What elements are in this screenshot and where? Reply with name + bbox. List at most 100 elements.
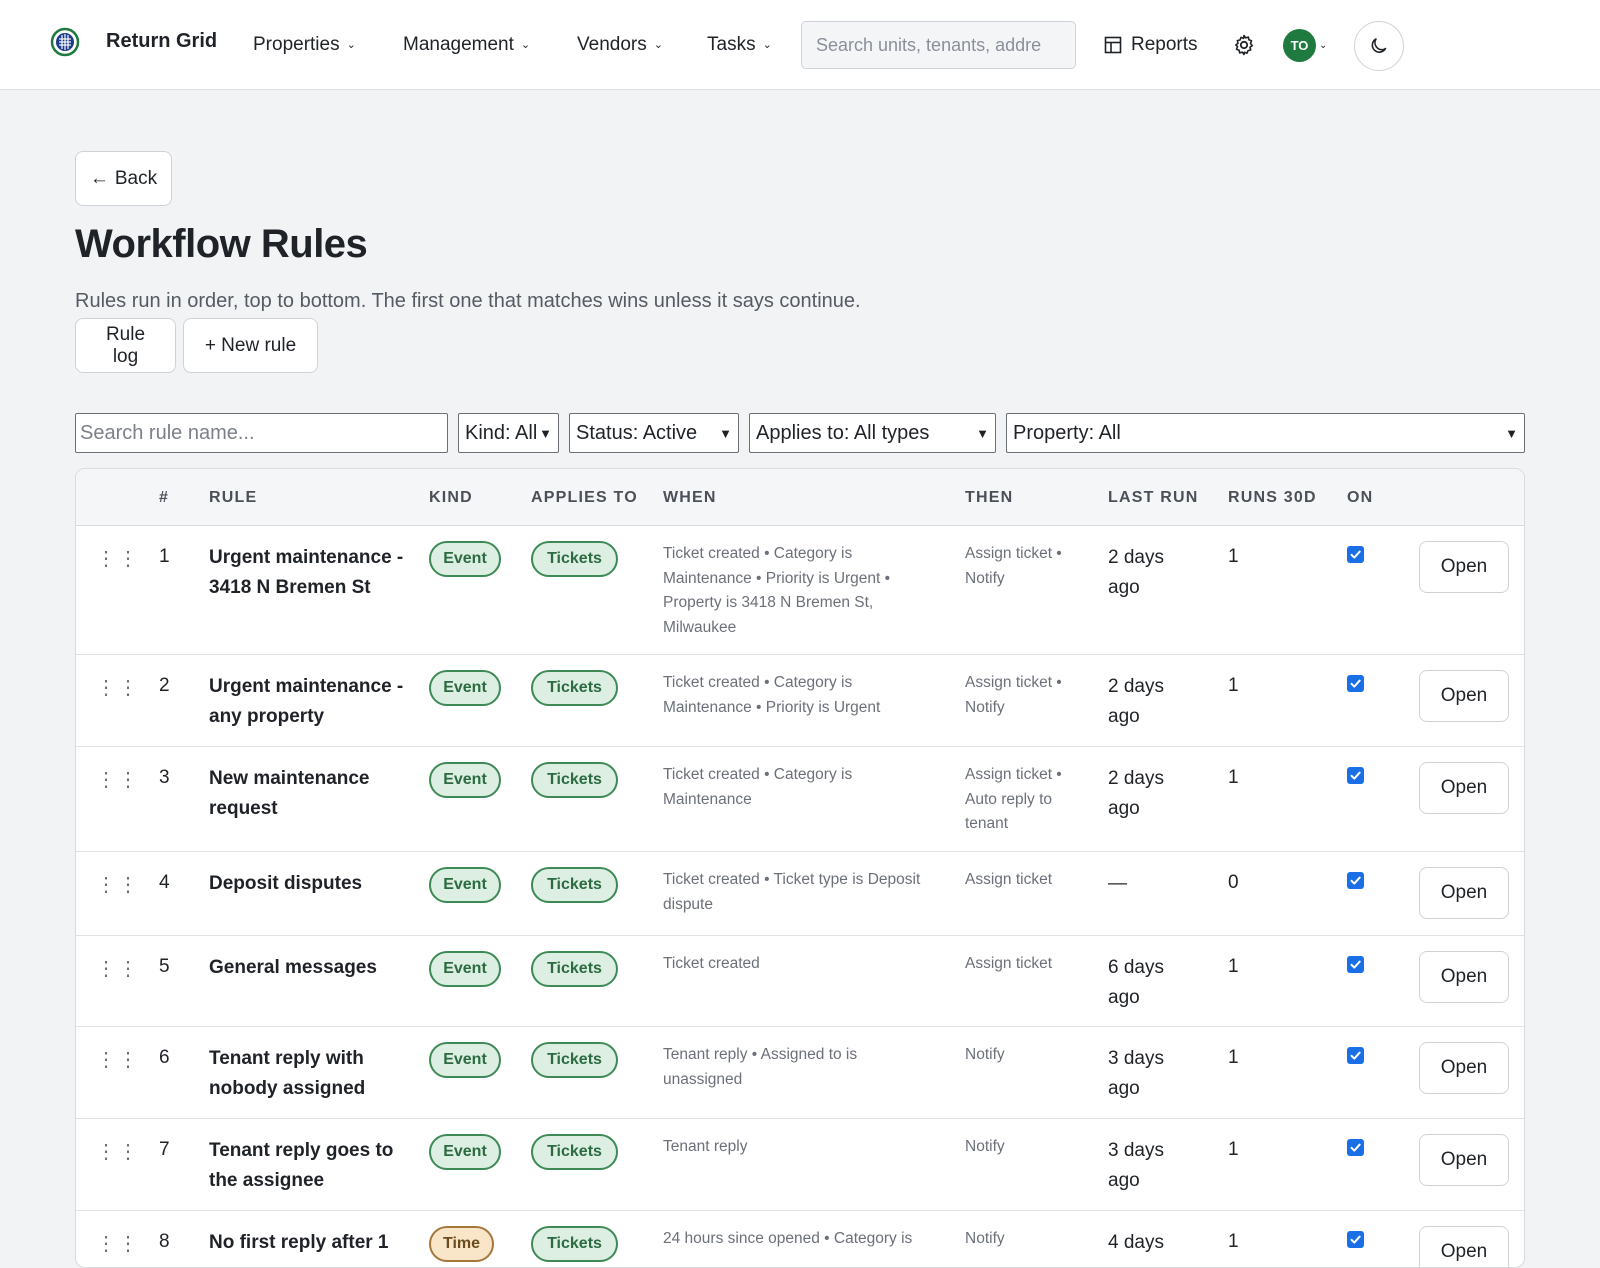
drag-handle-icon[interactable]: ⋮⋮ [96,1231,140,1256]
checkbox-checked-icon [1350,550,1361,559]
rule-runs-30d: 1 [1228,546,1239,567]
rule-when: Ticket created • Ticket type is Deposit … [663,871,921,913]
col-when: WHEN [663,489,717,506]
rule-then: Assign ticket • Notify [965,545,1062,587]
logo-icon[interactable] [50,27,80,57]
rule-enabled-checkbox[interactable] [1347,767,1364,784]
chevron-down-icon: ▼ [1505,425,1518,441]
applies-to-badge: Tickets [531,951,618,987]
rule-then: Assign ticket [965,871,1053,888]
rule-enabled-checkbox[interactable] [1347,872,1364,889]
kind-badge: Time [429,1226,494,1262]
brand-name[interactable]: Return Grid [106,30,217,53]
chevron-down-icon: ⌄ [653,38,663,51]
top-navigation: Return Grid Properties ⌄ Management ⌄ Ve… [0,0,1600,90]
kind-badge: Event [429,670,501,706]
nav-vendors[interactable]: Vendors ⌄ [577,34,663,56]
open-rule-button[interactable]: Open [1419,762,1509,814]
rule-enabled-checkbox[interactable] [1347,1231,1364,1248]
rule-when: Ticket created • Category is Maintenance [663,766,853,808]
table-row[interactable]: ⋮⋮ 7 Tenant reply goes to the assignee Even… [76,1119,1524,1211]
table-row[interactable]: ⋮⋮ 1 Urgent maintenance - 3418 N Bremen St… [76,526,1524,655]
table-row[interactable]: ⋮⋮ 8 No first reply after 1 Time Tickets 24 h… [76,1211,1524,1267]
nav-management[interactable]: Management ⌄ [403,34,530,56]
reports-link[interactable]: Reports [1104,34,1198,56]
open-rule-button[interactable]: Open [1419,867,1509,919]
open-rule-button[interactable]: Open [1419,1134,1509,1186]
rule-name[interactable]: General messages [209,953,404,983]
drag-handle-icon[interactable]: ⋮⋮ [96,767,140,792]
chevron-down-icon: ⌄ [346,38,356,51]
applies-to-badge: Tickets [531,670,618,706]
open-rule-button[interactable]: Open [1419,670,1509,722]
table-row[interactable]: ⋮⋮ 4 Deposit disputes Event Tickets Ticket cr… [76,852,1524,936]
rule-name[interactable]: New maintenance request [209,764,404,824]
rule-enabled-checkbox[interactable] [1347,546,1364,563]
open-rule-button[interactable]: Open [1419,951,1509,1003]
table-row[interactable]: ⋮⋮ 3 New maintenance request Event Tickets Ti… [76,747,1524,852]
user-menu[interactable]: TO ⌄ [1283,29,1327,62]
chevron-down-icon: ⌄ [762,38,772,51]
rule-enabled-checkbox[interactable] [1347,675,1364,692]
rule-when: Ticket created • Category is Maintenance… [663,545,891,636]
rule-search-input[interactable] [75,413,448,453]
rule-runs-30d: 1 [1228,956,1239,977]
applies-to-badge: Tickets [531,1042,618,1078]
rule-last-run: 3 days ago [1108,1048,1164,1099]
status-filter-select[interactable]: Status: Active ▼ [569,413,739,453]
table-row[interactable]: ⋮⋮ 2 Urgent maintenance - any property Even… [76,655,1524,747]
rule-then: Assign ticket [965,955,1053,972]
drag-handle-icon[interactable]: ⋮⋮ [96,675,140,700]
rule-when: Tenant reply • Assigned to is unassigned [663,1046,858,1088]
kind-filter-select[interactable]: Kind: All ▼ [458,413,559,453]
col-kind: KIND [429,489,473,506]
nav-label: Vendors [577,34,647,55]
rule-enabled-checkbox[interactable] [1347,1047,1364,1064]
rule-last-run: 3 days ago [1108,1140,1164,1191]
nav-tasks[interactable]: Tasks ⌄ [707,34,772,56]
rule-name[interactable]: Urgent maintenance - any property [209,672,404,732]
rule-last-run: 2 days ago [1108,768,1164,819]
drag-handle-icon[interactable]: ⋮⋮ [96,1047,140,1072]
rule-runs-30d: 1 [1228,1047,1239,1068]
drag-handle-icon[interactable]: ⋮⋮ [96,872,140,897]
open-rule-button[interactable]: Open [1419,1226,1509,1267]
nav-properties[interactable]: Properties ⌄ [253,34,356,56]
theme-toggle-button[interactable] [1354,21,1404,71]
global-search-input[interactable] [801,21,1076,69]
rule-name[interactable]: Tenant reply with nobody assigned [209,1044,404,1104]
drag-handle-icon[interactable]: ⋮⋮ [96,956,140,981]
rule-name[interactable]: Tenant reply goes to the assignee [209,1136,404,1196]
open-rule-button[interactable]: Open [1419,1042,1509,1094]
gear-icon[interactable] [1232,33,1256,57]
rule-enabled-checkbox[interactable] [1347,956,1364,973]
new-rule-button[interactable]: + New rule [183,318,318,373]
applies-to-badge: Tickets [531,867,618,903]
col-on: ON [1347,489,1374,506]
rule-name[interactable]: No first reply after 1 [209,1228,404,1258]
kind-badge: Event [429,867,501,903]
drag-handle-icon[interactable]: ⋮⋮ [96,546,140,571]
table-row[interactable]: ⋮⋮ 6 Tenant reply with nobody assigned Even… [76,1027,1524,1119]
rule-name[interactable]: Urgent maintenance - 3418 N Bremen St [209,543,404,603]
rule-number: 3 [159,767,170,788]
rule-log-button[interactable]: Rule log [75,318,176,373]
rule-runs-30d: 1 [1228,675,1239,696]
page-subtitle: Rules run in order, top to bottom. The f… [75,290,861,312]
rule-last-run: 4 days [1108,1232,1164,1253]
rule-runs-30d: 1 [1228,1139,1239,1160]
checkbox-checked-icon [1350,1235,1361,1244]
col-last-run: LAST RUN [1108,489,1199,506]
rule-name[interactable]: Deposit disputes [209,869,404,899]
table-row[interactable]: ⋮⋮ 5 General messages Event Tickets Ticket cr… [76,936,1524,1027]
drag-handle-icon[interactable]: ⋮⋮ [96,1139,140,1164]
chevron-down-icon: ▼ [539,425,552,441]
back-button[interactable]: ← Back [75,151,172,206]
col-rule: RULE [209,489,258,506]
rule-enabled-checkbox[interactable] [1347,1139,1364,1156]
open-rule-button[interactable]: Open [1419,541,1509,593]
property-filter-select[interactable]: Property: All ▼ [1006,413,1525,453]
applies-to-filter-select[interactable]: Applies to: All types ▼ [749,413,996,453]
kind-badge: Event [429,951,501,987]
status-filter-value: Status: Active [576,421,698,444]
